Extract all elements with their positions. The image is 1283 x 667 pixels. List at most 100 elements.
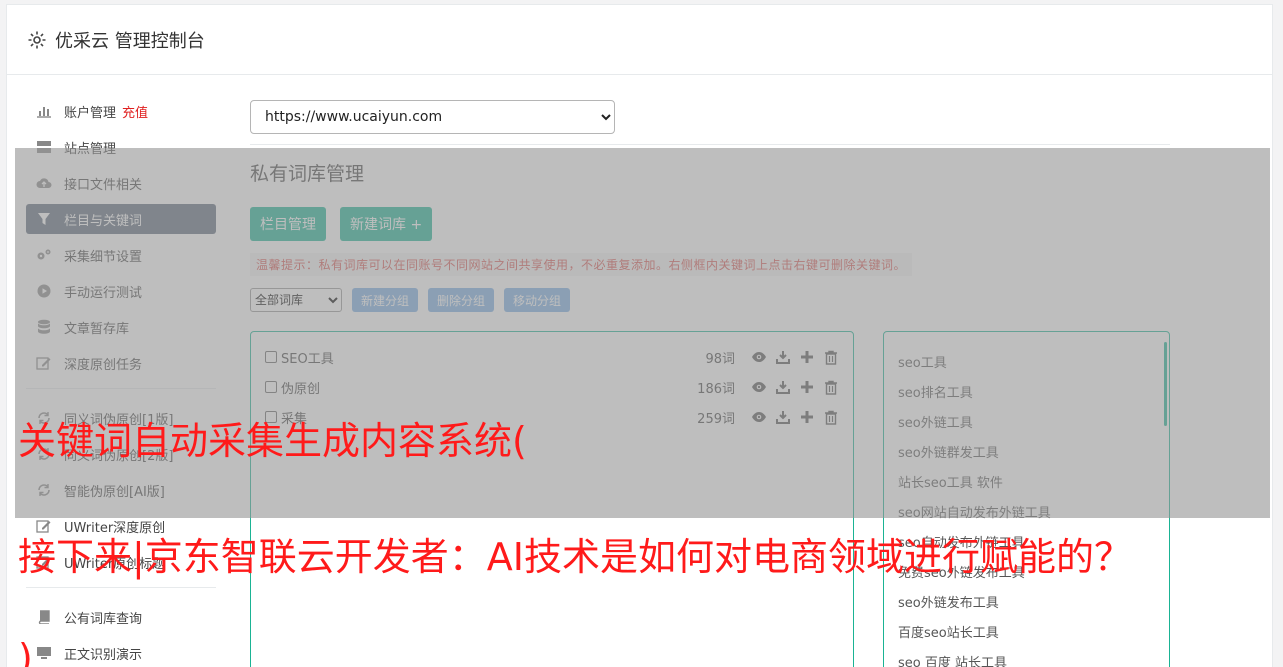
monitor-icon bbox=[36, 645, 52, 661]
keyword-item[interactable]: 百度seo站长工具 bbox=[898, 616, 1155, 646]
sidebar-item-text-recognition[interactable]: 正文识别演示 bbox=[26, 638, 216, 667]
library-checkbox[interactable] bbox=[265, 411, 277, 423]
column-manage-button[interactable]: 栏目管理 bbox=[250, 207, 326, 241]
sidebar-item-article-storage[interactable]: 文章暂存库 bbox=[26, 312, 216, 342]
sidebar-item-deep-original[interactable]: 深度原创任务 bbox=[26, 348, 216, 378]
page-title: 私有词库管理 bbox=[250, 163, 365, 185]
new-library-button[interactable]: 新建词库 + bbox=[340, 207, 433, 241]
keyword-item[interactable]: seo外链发布工具 bbox=[898, 586, 1155, 616]
keyword-item[interactable]: 站长seo工具 软件 bbox=[898, 466, 1155, 496]
sidebar-item-label: 站点管理 bbox=[64, 141, 117, 157]
sidebar-item-uwriter-title[interactable]: UWriter原创标题 bbox=[26, 547, 216, 577]
site-select[interactable]: https://www.ucaiyun.com bbox=[250, 100, 615, 134]
keyword-item[interactable]: 免费seo外链发布工具 bbox=[898, 556, 1155, 586]
delete-group-button[interactable]: 删除分组 bbox=[428, 288, 495, 312]
keyword-item[interactable]: seo自动发布外链工具 bbox=[898, 526, 1155, 556]
trash-icon[interactable] bbox=[823, 349, 839, 365]
library-filter-select[interactable]: 全部词库 bbox=[250, 288, 342, 312]
library-name[interactable]: 采集 bbox=[281, 408, 675, 427]
trash-icon[interactable] bbox=[823, 409, 839, 425]
plus-icon[interactable] bbox=[799, 379, 815, 395]
library-checkbox[interactable] bbox=[265, 381, 277, 393]
download-icon[interactable] bbox=[775, 409, 791, 425]
edit-icon bbox=[36, 355, 52, 371]
download-icon[interactable] bbox=[775, 379, 791, 395]
sidebar-item-label: UWriter原创标题 bbox=[64, 556, 166, 572]
sidebar-item-sites[interactable]: 站点管理 bbox=[26, 132, 216, 162]
refresh-icon bbox=[36, 410, 52, 426]
sidebar-item-uwriter-deep[interactable]: UWriter深度原创 bbox=[26, 511, 216, 541]
library-checkbox[interactable] bbox=[265, 351, 277, 363]
play-circle-icon bbox=[36, 283, 52, 299]
database-icon bbox=[36, 319, 52, 335]
sidebar-item-manual-test[interactable]: 手动运行测试 bbox=[26, 276, 216, 306]
trash-icon[interactable] bbox=[823, 379, 839, 395]
new-group-button[interactable]: 新建分组 bbox=[352, 288, 419, 312]
gear-icon bbox=[28, 31, 46, 48]
sidebar-item-label: UWriter深度原创 bbox=[64, 520, 166, 536]
library-count: 98词 bbox=[705, 351, 735, 367]
plus-icon[interactable] bbox=[799, 349, 815, 365]
eye-icon[interactable] bbox=[751, 409, 767, 425]
sidebar-item-label: 文章暂存库 bbox=[64, 321, 130, 337]
library-name[interactable]: SEO工具 bbox=[281, 348, 675, 367]
sidebar-item-label: 公有词库查询 bbox=[64, 611, 143, 627]
sidebar-item-public-lib[interactable]: 公有词库查询 bbox=[26, 602, 216, 632]
list-item[interactable]: 伪原创 186词 bbox=[265, 372, 839, 402]
sidebar-item-label: 手动运行测试 bbox=[64, 285, 143, 301]
tip-text: 温馨提示：私有词库可以在同账号不同网站之间共享使用，不必重复添加。右侧框内关键词… bbox=[250, 253, 913, 276]
sidebar-item-label: 账户管理 bbox=[64, 105, 117, 121]
keyword-item[interactable]: seo网站自动发布外链工具 bbox=[898, 496, 1155, 526]
top-bar: 优采云 管理控制台 bbox=[7, 5, 1272, 75]
move-group-button[interactable]: 移动分组 bbox=[504, 288, 571, 312]
sidebar-item-label: 智能伪原创[AI版] bbox=[64, 484, 165, 500]
divider bbox=[250, 144, 1170, 145]
scrollbar[interactable] bbox=[1164, 342, 1167, 426]
sidebar-item-interface-files[interactable]: 接口文件相关 bbox=[26, 168, 216, 198]
keyword-item[interactable]: seo外链群发工具 bbox=[898, 436, 1155, 466]
sidebar-item-synonym-v1[interactable]: 同义词伪原创[1版] bbox=[26, 403, 216, 433]
sidebar-divider bbox=[26, 587, 216, 588]
keyword-item[interactable]: seo排名工具 bbox=[898, 376, 1155, 406]
recharge-link[interactable]: 充值 bbox=[122, 102, 148, 121]
sidebar-divider bbox=[26, 388, 216, 389]
book-icon bbox=[36, 609, 52, 625]
sidebar: 账户管理 充值 站点管理 接口文件相关 栏目与关键词 采集细节设置 手动运行测试… bbox=[26, 96, 216, 667]
library-list: SEO工具 98词 伪原创 186词 采集 259词 bbox=[250, 331, 854, 667]
eye-icon[interactable] bbox=[751, 349, 767, 365]
gears-icon bbox=[36, 247, 52, 263]
library-count: 186词 bbox=[697, 381, 735, 397]
keyword-list: seo工具 seo排名工具 seo外链工具 seo外链群发工具 站长seo工具 … bbox=[883, 331, 1170, 667]
plus-icon[interactable] bbox=[799, 409, 815, 425]
cloud-upload-icon bbox=[36, 175, 52, 191]
keyword-item[interactable]: seo 百度 站长工具 bbox=[898, 646, 1155, 667]
main-content: https://www.ucaiyun.com 私有词库管理 栏目管理 新建词库… bbox=[250, 100, 1170, 667]
sidebar-item-label: 接口文件相关 bbox=[64, 177, 143, 193]
edit-icon bbox=[36, 554, 52, 570]
server-icon bbox=[36, 139, 52, 155]
list-item[interactable]: 采集 259词 bbox=[265, 402, 839, 432]
sidebar-item-label: 采集细节设置 bbox=[64, 249, 143, 265]
edit-icon bbox=[36, 518, 52, 534]
sidebar-item-label: 栏目与关键词 bbox=[64, 213, 143, 229]
refresh-icon bbox=[36, 446, 52, 462]
keyword-item[interactable]: seo外链工具 bbox=[898, 406, 1155, 436]
sidebar-item-synonym-v2[interactable]: 同义词伪原创[2版] bbox=[26, 439, 216, 469]
sidebar-item-account[interactable]: 账户管理 充值 bbox=[26, 96, 216, 126]
filter-icon bbox=[36, 211, 52, 227]
sidebar-item-label: 正文识别演示 bbox=[64, 647, 143, 663]
bar-chart-icon bbox=[36, 103, 52, 119]
sidebar-item-ai-rewrite[interactable]: 智能伪原创[AI版] bbox=[26, 475, 216, 505]
library-name[interactable]: 伪原创 bbox=[281, 378, 675, 397]
eye-icon[interactable] bbox=[751, 379, 767, 395]
sidebar-item-collect-settings[interactable]: 采集细节设置 bbox=[26, 240, 216, 270]
sidebar-item-columns-keywords[interactable]: 栏目与关键词 bbox=[26, 204, 216, 234]
library-count: 259词 bbox=[697, 411, 735, 427]
sidebar-item-label: 深度原创任务 bbox=[64, 357, 143, 373]
download-icon[interactable] bbox=[775, 349, 791, 365]
sidebar-item-label: 同义词伪原创[2版] bbox=[64, 448, 174, 464]
list-item[interactable]: SEO工具 98词 bbox=[265, 342, 839, 372]
app-title: 优采云 管理控制台 bbox=[55, 30, 205, 52]
keyword-item[interactable]: seo工具 bbox=[898, 346, 1155, 376]
action-buttons: 栏目管理 新建词库 + bbox=[250, 207, 1170, 241]
